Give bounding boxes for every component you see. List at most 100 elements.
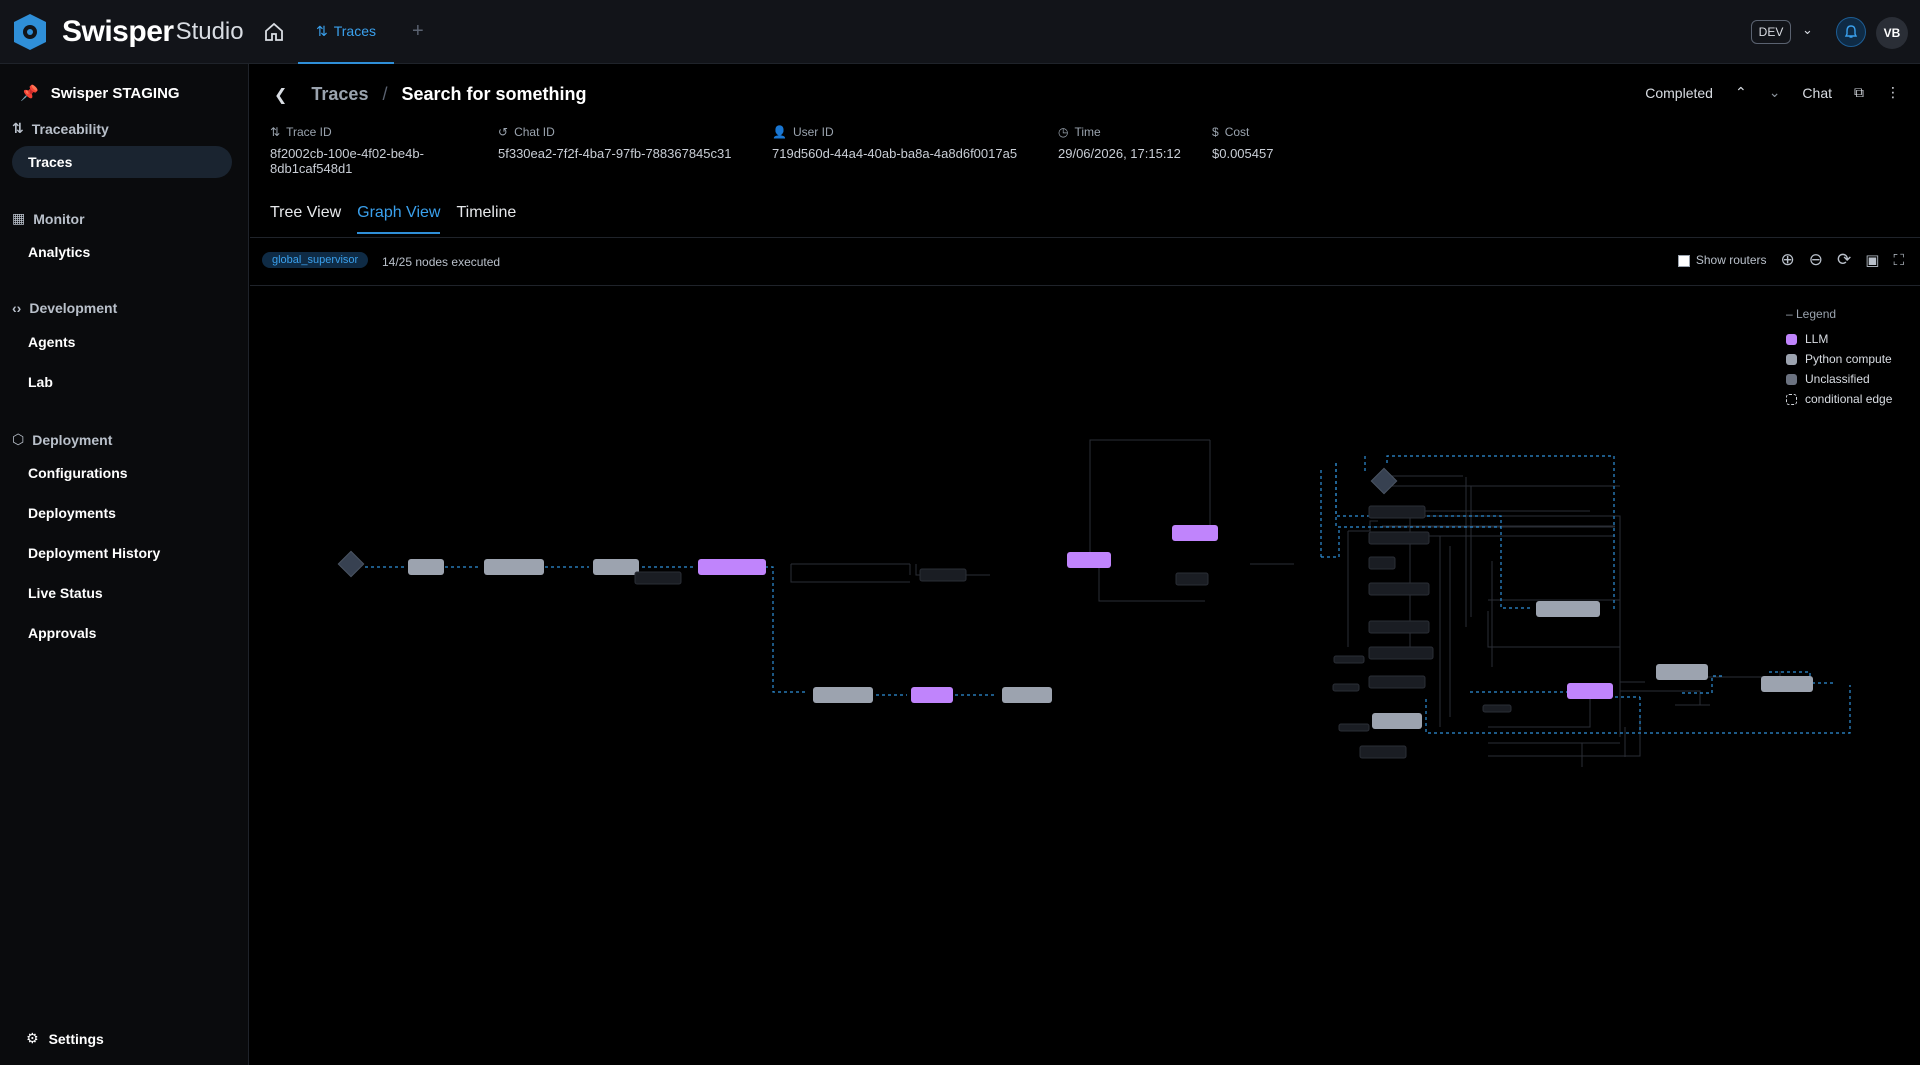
sidebar-item-settings[interactable]: ⚙ Settings — [26, 1030, 104, 1047]
app-name: Swisper — [62, 15, 174, 48]
graph-node-inactive[interactable] — [1333, 655, 1365, 664]
status-badge: Completed — [1645, 84, 1713, 101]
graph-node-inactive[interactable] — [1368, 505, 1426, 519]
graph-node[interactable] — [484, 559, 544, 575]
meta-label: Trace ID — [286, 125, 332, 139]
history-icon: ↺ — [498, 125, 509, 139]
graph-node[interactable] — [1372, 713, 1422, 729]
graph-node[interactable] — [813, 687, 873, 703]
zoom-in-icon[interactable]: ⊕ — [1781, 250, 1795, 270]
sidebar-item-traces[interactable]: Traces — [12, 146, 232, 178]
avatar[interactable]: VB — [1876, 17, 1908, 49]
graph-node-end[interactable] — [1370, 467, 1398, 495]
fit-view-icon[interactable]: ▣ — [1865, 251, 1879, 269]
sidebar-item-deployment-history[interactable]: Deployment History — [12, 537, 232, 569]
add-tab-icon[interactable]: + — [412, 20, 424, 43]
checkbox[interactable] — [1677, 254, 1690, 267]
graph-node-inactive[interactable] — [1482, 704, 1512, 713]
graph-node-llm[interactable] — [911, 687, 953, 703]
graph-node-llm[interactable] — [1567, 683, 1613, 699]
sidebar-item-analytics[interactable]: Analytics — [12, 236, 232, 268]
graph-node-inactive[interactable] — [1368, 646, 1434, 660]
breadcrumb: ❮ Traces / Search for something — [274, 84, 587, 105]
tab-timeline[interactable]: Timeline — [456, 194, 516, 234]
tab-traces[interactable]: ⇅ Traces — [298, 0, 394, 64]
section-title: Traceability — [31, 120, 109, 137]
sidebar-item-deployments[interactable]: Deployments — [12, 497, 232, 529]
copy-icon[interactable]: ⧉ — [1854, 84, 1864, 101]
graph-node-inactive[interactable] — [1175, 572, 1209, 586]
zoom-out-icon[interactable]: ⊖ — [1809, 250, 1823, 270]
chevron-down-icon[interactable]: ⌄ — [1769, 84, 1781, 101]
dollar-icon: $ — [1212, 125, 1219, 139]
breadcrumb-separator: / — [382, 84, 388, 104]
env-badge[interactable]: DEV — [1751, 20, 1791, 44]
meta-label: User ID — [792, 125, 834, 139]
show-routers-label: Show routers — [1695, 253, 1767, 267]
main-content: ❮ Traces / Search for something Complete… — [250, 64, 1920, 1065]
breadcrumb-parent[interactable]: Traces — [311, 84, 368, 105]
tab-graph-view[interactable]: Graph View — [357, 194, 441, 234]
graph-node-inactive[interactable] — [1368, 556, 1396, 570]
graph-node-inactive[interactable] — [1368, 620, 1430, 634]
project-selector[interactable]: 📌 Swisper STAGING — [20, 84, 180, 103]
trace-id-value[interactable]: 8f2002cb-100e-4f02-be4b-8db1caf548d1 — [270, 146, 474, 176]
graph-node-start[interactable] — [337, 550, 365, 578]
section-deployment: ⬡ Deployment — [12, 431, 112, 448]
graph-node[interactable] — [1536, 601, 1600, 617]
sidebar-item-lab[interactable]: Lab — [12, 366, 232, 398]
logo-icon — [14, 14, 46, 50]
graph-node-inactive[interactable] — [1368, 675, 1426, 689]
sidebar-item-live-status[interactable]: Live Status — [12, 577, 232, 609]
show-routers-toggle[interactable]: Show routers — [1677, 253, 1767, 267]
tab-tree-view[interactable]: Tree View — [270, 194, 341, 234]
graph-node-inactive[interactable] — [1338, 723, 1370, 732]
bell-icon — [1844, 25, 1858, 38]
refresh-icon[interactable]: ⟳ — [1837, 250, 1851, 270]
chevron-down-icon[interactable]: ⌄ — [1802, 22, 1813, 38]
chat-button[interactable]: Chat — [1802, 85, 1832, 101]
graph-node-inactive[interactable] — [1368, 582, 1430, 596]
executed-count: 14/25 nodes executed — [382, 255, 501, 269]
home-icon[interactable] — [262, 20, 286, 44]
graph-node-inactive[interactable] — [919, 568, 967, 582]
graph-node-llm[interactable] — [1067, 552, 1111, 568]
meta-time: ◷ Time 29/06/2026, 17:15:12 — [1058, 124, 1188, 176]
traceability-icon: ⇅ — [12, 120, 24, 136]
graph-node-inactive[interactable] — [1359, 745, 1407, 759]
graph-canvas[interactable]: – Legend LLM Python compute Unclassified… — [250, 287, 1920, 1065]
user-id-value[interactable]: 719d560d-44a4-40ab-ba8a-4a8d6f0017a5 — [772, 146, 1034, 161]
user-icon: 👤 — [772, 125, 787, 139]
graph-node[interactable] — [1002, 687, 1052, 703]
section-title: Deployment — [32, 431, 113, 448]
sidebar-item-approvals[interactable]: Approvals — [12, 617, 232, 649]
section-title: Development — [29, 300, 118, 316]
back-icon[interactable]: ❮ — [274, 85, 287, 105]
sidebar: 📌 Swisper STAGING ⇅ Traceability Traces … — [0, 64, 249, 1065]
monitor-icon: ▦ — [12, 210, 26, 226]
header-actions: Completed ⌃ ⌄ Chat ⧉ ⋮ — [1645, 84, 1900, 101]
graph-node[interactable] — [408, 559, 444, 575]
graph-node[interactable] — [1761, 676, 1813, 692]
chat-id-value[interactable]: 5f330ea2-7f2f-4ba7-97fb-788367845c31 — [498, 146, 748, 161]
graph-node-inactive[interactable] — [634, 571, 682, 585]
supervisor-badge[interactable]: global_supervisor — [262, 252, 369, 268]
sidebar-item-agents[interactable]: Agents — [12, 326, 232, 358]
sidebar-item-configurations[interactable]: Configurations — [12, 457, 232, 489]
notifications-button[interactable] — [1836, 17, 1866, 47]
graph-node-inactive[interactable] — [1368, 531, 1430, 545]
graph-node[interactable] — [593, 559, 639, 575]
graph-node[interactable] — [1656, 664, 1708, 680]
code-icon: ‹› — [12, 300, 22, 316]
chevron-up-icon[interactable]: ⌃ — [1735, 84, 1747, 101]
app-logo[interactable]: Swisper Studio — [12, 12, 244, 52]
section-title: Monitor — [33, 210, 85, 227]
fullscreen-icon[interactable]: ⛶ — [1893, 252, 1904, 269]
graph-node-llm[interactable] — [1172, 525, 1218, 541]
graph-node-inactive[interactable] — [1332, 683, 1360, 692]
graph-node-llm[interactable] — [698, 559, 766, 575]
more-icon[interactable]: ⋮ — [1886, 84, 1900, 101]
app-name-suffix: Studio — [175, 18, 244, 45]
view-tabs: Tree View Graph View Timeline — [270, 194, 516, 234]
top-bar: Swisper Studio ⇅ Traces + DEV ⌄ VB — [0, 0, 1920, 64]
